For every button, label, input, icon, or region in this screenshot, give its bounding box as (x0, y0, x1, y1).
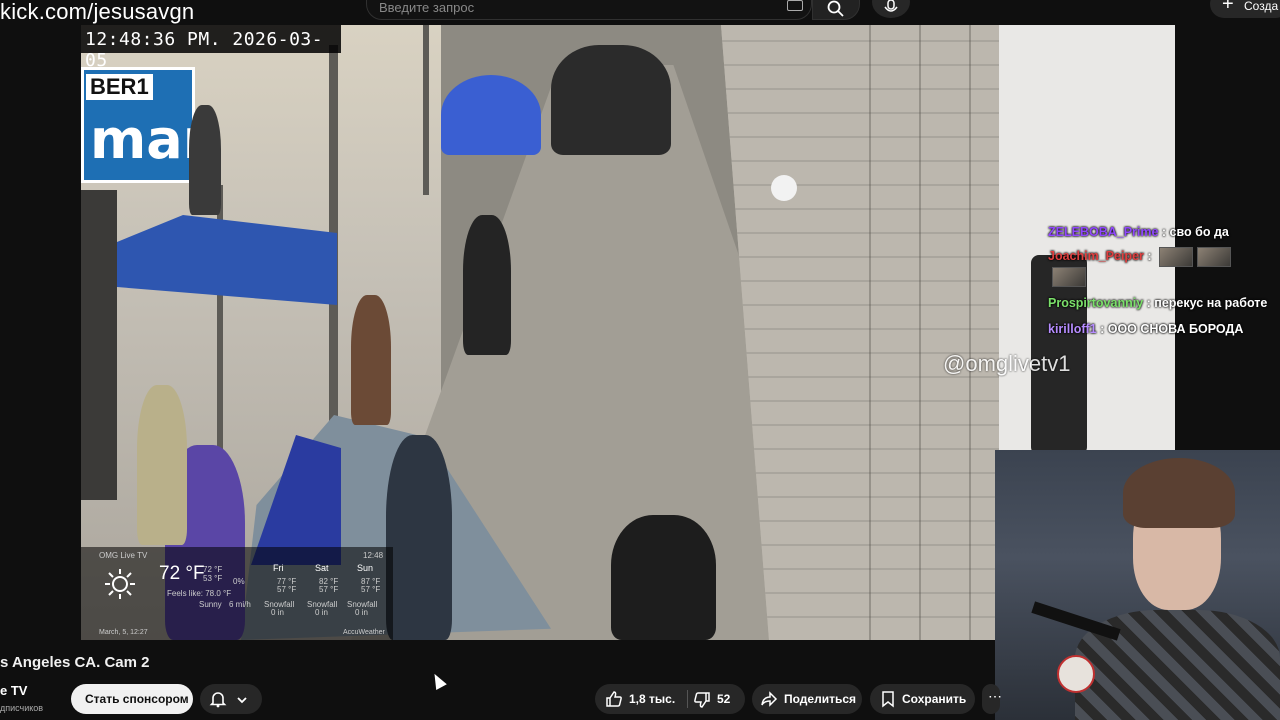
pedestrian (137, 385, 187, 545)
top-bar: kick.com/jesusavgn Введите запрос + Созд… (0, 0, 1280, 25)
forecast-amount: 0 in (315, 608, 328, 617)
camera-timestamp: 12:48:36 PM. 2026-03-05 (81, 25, 341, 71)
weather-provider: AccuWeather (343, 629, 385, 636)
condition: Sunny (199, 600, 222, 609)
timestamp-text: 12:48:36 PM. 2026-03-05 (85, 29, 324, 71)
wall-texture (821, 25, 1021, 640)
video-title: s Angeles CA. Cam 2 (0, 654, 150, 671)
thumbs-down-icon[interactable] (693, 691, 711, 709)
share-label: Поделиться (784, 692, 857, 706)
pedestrian (351, 295, 391, 425)
chat-username: kirilloff1 (1048, 322, 1097, 337)
chat-text: : сво бо да (1158, 225, 1229, 239)
chevron-down-icon (237, 697, 247, 704)
security-camera (771, 175, 797, 201)
stream-chat-overlay: ZELEBOBA_Prime : сво бо да Joachim_Peipe… (1048, 222, 1280, 339)
voice-search-button[interactable] (872, 0, 910, 18)
search-box[interactable]: Введите запрос (366, 0, 812, 20)
weather-time: 12:48 (363, 551, 384, 560)
like-count[interactable]: 1,8 тыс. (629, 692, 675, 706)
weather-date: March, 5, 12:27 (99, 629, 148, 636)
chat-message: Joachim_Peiper : (1048, 246, 1280, 288)
current-temp: 72 °F (159, 563, 205, 584)
bell-icon (209, 692, 227, 708)
create-label: Созда (1244, 0, 1279, 13)
chat-username: Joachim_Peiper (1048, 249, 1144, 263)
weather-brand: OMG Live TV (99, 551, 148, 560)
more-icon: ⋯ (988, 688, 1002, 704)
channel-name[interactable]: e TV (0, 683, 27, 698)
street-pole (423, 25, 429, 195)
search-icon (827, 0, 844, 17)
search-button[interactable] (812, 0, 860, 20)
subscriber-count: дписчиков (0, 703, 44, 713)
pedestrian (189, 105, 221, 215)
tent (441, 75, 541, 155)
emote-icon (1052, 267, 1086, 288)
street-sign-top: BER1 (86, 74, 153, 100)
sun-icon (105, 569, 135, 599)
pedestrian (463, 215, 511, 355)
stream-url-overlay: kick.com/jesusavgn (0, 0, 195, 24)
share-button[interactable]: Поделиться (752, 684, 862, 714)
emote-icon (1197, 246, 1232, 267)
chat-text: : ООО СНОВА БОРОДА (1096, 322, 1244, 337)
save-label: Сохранить (902, 692, 967, 706)
emote-icon (1159, 246, 1194, 267)
chat-username: ZELEBOBA_Prime (1048, 225, 1159, 239)
video-info-bar: s Angeles CA. Cam 2 e TV дписчиков Стать… (0, 640, 1002, 720)
streamer-webcam (995, 450, 1280, 720)
feels-like: Feels like: 78.0 °F (167, 589, 232, 598)
forecast-lo: 57 °F (361, 585, 381, 594)
sponsor-button[interactable]: Стать спонсором (71, 684, 193, 714)
bookmark-icon (882, 691, 894, 708)
traffic-signal (81, 190, 117, 500)
share-icon (761, 691, 778, 707)
forecast-amount: 0 in (271, 608, 284, 617)
current-lo: 53 °F (203, 574, 223, 583)
chat-text: : (1143, 249, 1152, 263)
forecast-lo: 57 °F (277, 585, 297, 594)
mic-badge (1057, 655, 1095, 693)
chat-username: Prospirtovanniy (1048, 296, 1144, 311)
divider (687, 690, 688, 708)
mic-icon (884, 0, 898, 12)
current-hi: 72 °F (203, 565, 223, 574)
chat-message: Prospirtovanniy : перекус на работе (1048, 293, 1280, 313)
street-sign: BER1 man (81, 67, 221, 183)
thumbs-up-icon[interactable] (605, 690, 623, 708)
pedestrian (611, 515, 716, 640)
weather-widget: OMG Live TV 12:48 72 °F 72 °F 53 °F 0% F… (81, 547, 393, 640)
pedestrian (551, 45, 671, 155)
notifications-button[interactable] (200, 684, 262, 714)
save-button[interactable]: Сохранить (870, 684, 975, 714)
watermark: @omglivetv1 (943, 351, 1071, 376)
forecast-lo: 57 °F (319, 585, 339, 594)
create-button[interactable]: + Созда (1210, 0, 1280, 18)
precip: 0% (233, 577, 245, 586)
keyboard-icon[interactable] (787, 0, 803, 11)
like-dislike-group: 1,8 тыс. 52 (595, 684, 745, 714)
forecast-day: Sun (357, 563, 374, 573)
chat-message: ZELEBOBA_Prime : сво бо да (1048, 222, 1280, 242)
sponsor-label: Стать спонсором (85, 692, 189, 706)
search-input[interactable]: Введите запрос (379, 0, 474, 15)
more-button[interactable]: ⋯ (982, 684, 1002, 714)
chat-message: kirilloff1 : ООО СНОВА БОРОДА (1048, 319, 1280, 339)
wind: 6 mi/h (229, 600, 251, 609)
pedestrian (386, 435, 452, 640)
forecast-day: Sat (315, 563, 329, 573)
webcam-hair (1123, 458, 1235, 528)
chat-text: : перекус на работе (1143, 296, 1268, 311)
plus-icon: + (1222, 0, 1234, 15)
forecast-amount: 0 in (355, 608, 368, 617)
dislike-count: 52 (717, 692, 731, 706)
forecast-day: Fri (273, 563, 284, 573)
